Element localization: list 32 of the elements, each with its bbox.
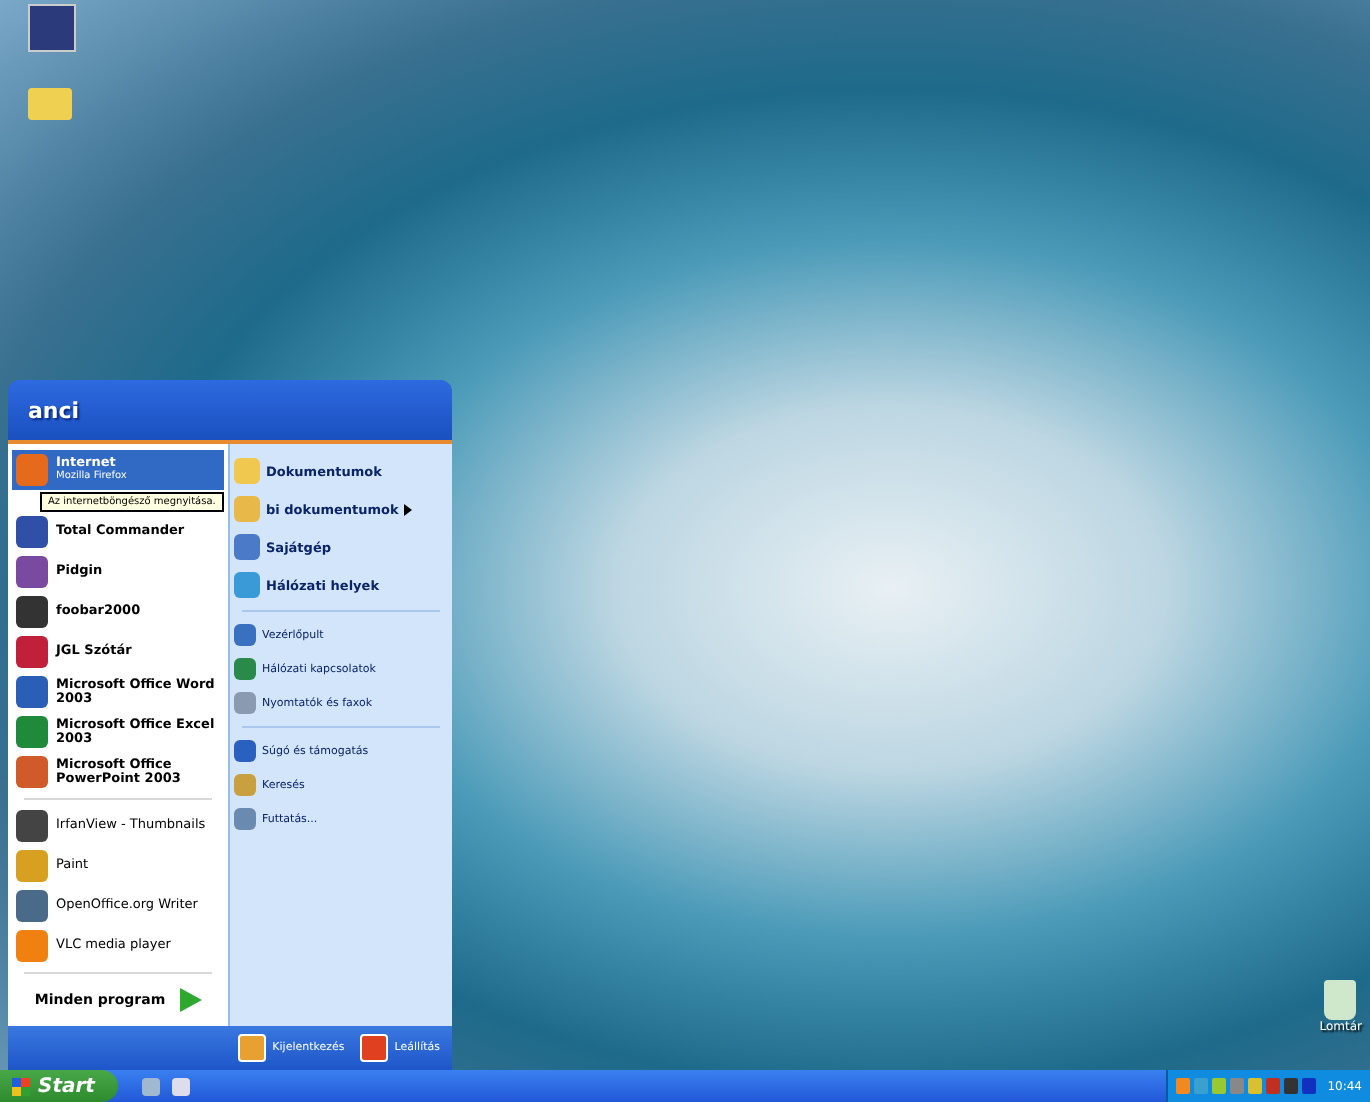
place-icon (234, 740, 256, 762)
program-icon (16, 556, 48, 588)
program-icon (16, 676, 48, 708)
program-icon (16, 636, 48, 668)
arrow-icon (177, 988, 202, 1012)
place-icon (234, 808, 256, 830)
place-icon (234, 458, 260, 484)
submenu-arrow-icon (404, 503, 413, 515)
place-icon (234, 774, 256, 796)
folder-icon[interactable] (28, 88, 72, 120)
recycle-bin-icon[interactable] (1324, 980, 1357, 1020)
power-icon (360, 1034, 389, 1062)
program-icon (16, 516, 48, 548)
program-icon (16, 454, 48, 486)
program-icon (16, 756, 48, 788)
program-icon (16, 810, 48, 842)
place-icon (234, 496, 260, 522)
key-icon (238, 1034, 267, 1062)
start-button[interactable]: Start (0, 1070, 119, 1102)
user-name: anci (28, 397, 80, 423)
app-icon[interactable] (28, 4, 76, 52)
place-icon (234, 534, 260, 560)
place-icon (234, 572, 260, 598)
program-icon (16, 930, 48, 962)
windows-flag-icon (12, 1077, 30, 1095)
program-icon (16, 850, 48, 882)
place-icon (234, 658, 256, 680)
program-icon (16, 596, 48, 628)
place-icon (234, 692, 256, 714)
program-icon (16, 716, 48, 748)
place-icon (234, 624, 256, 646)
program-icon (16, 890, 48, 922)
